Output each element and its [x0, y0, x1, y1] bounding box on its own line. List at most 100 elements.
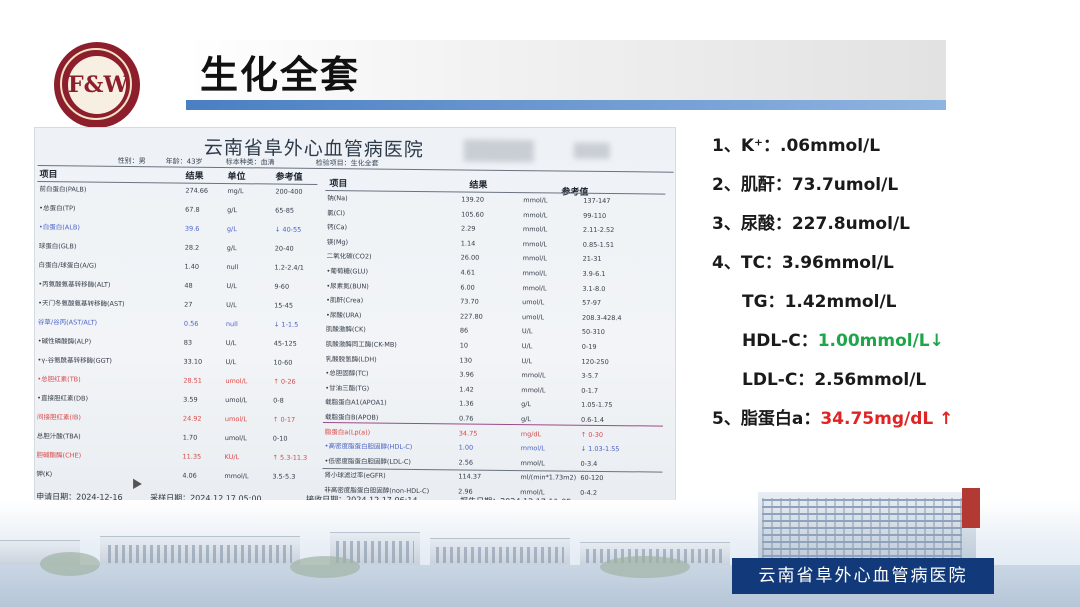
report-cell-name: 氯(Cl): [327, 208, 346, 217]
report-cell-name: 钾(K): [36, 470, 53, 479]
report-cell-name: •碱性磷酸酶(ALP): [37, 337, 92, 346]
report-cell-result: 6.00: [460, 283, 475, 292]
report-cell-name: 谷草/谷丙(AST/ALT): [37, 318, 98, 327]
report-cell-name: •丙氨酸氨基转移酶(ALT): [38, 280, 111, 289]
report-row: •肌酐(Crea) 73.70 umol/L 57-97: [326, 294, 666, 311]
report-row: •尿酸(URA) 227.80 umol/L 208.3-428.4: [326, 309, 666, 326]
report-cell-ref: 0.85-1.51: [582, 240, 615, 249]
report-cell-ref: ↓ 1-1.5: [273, 320, 299, 329]
title-underline: [186, 100, 946, 110]
report-cell-unit: mmol/L: [523, 196, 548, 205]
report-row: 脂蛋白a(Lp(a)) 34.75 mg/dL ↑ 0-30: [325, 426, 665, 443]
report-cell-result: 67.8: [185, 205, 200, 214]
report-cell-ref: 0-10: [272, 434, 288, 443]
report-row: •甘油三酯(TG) 1.42 mmol/L 0-1.7: [325, 382, 665, 399]
tree: [290, 556, 360, 578]
report-cell-unit: mmol/L: [522, 283, 547, 292]
report-cell-result: 0.56: [183, 319, 199, 328]
report-cell-ref: 3.1-8.0: [582, 284, 606, 293]
report-gender: 性别：男: [117, 156, 146, 166]
report-cell-unit: umol/L: [521, 312, 545, 322]
report-row: 镁(Mg) 1.14 mmol/L 0.85-1.51: [327, 236, 667, 253]
report-cell-unit: mmol/L: [520, 488, 545, 497]
lpa-high-value: 34.75mg/dL ↑: [820, 409, 954, 429]
report-cell-result: 1.40: [184, 262, 200, 271]
report-cell-name: •总蛋白(TP): [39, 204, 76, 213]
finding-tg: TG：1.42mmol/L: [742, 292, 897, 312]
logo-seal: F&W: [68, 56, 128, 114]
report-cell-name: 肌酸激酶同工酶(CK-MB): [325, 340, 397, 349]
report-cell-result: 27: [184, 300, 193, 309]
report-cell-name: 载脂蛋白A1(APOA1): [325, 398, 387, 408]
report-cell-name: •直接胆红素(DB): [37, 394, 89, 403]
report-row: •尿素氮(BUN) 6.00 mmol/L 3.1-8.0: [326, 280, 666, 297]
report-cell-result: 1.42: [459, 385, 474, 394]
report-cell-ref: 208.3-428.4: [581, 313, 622, 322]
banner-text: 云南省阜外心血管病医院: [758, 566, 968, 586]
lab-report: 云南省阜外心血管病医院 性别：男 年龄：43岁 标本种类：血清 检验项目：生化全…: [34, 127, 676, 507]
report-cell-unit: U/L: [226, 282, 237, 291]
report-cell-name: •γ-谷氨酰基转移酶(GGT): [37, 356, 113, 365]
report-cell-result: 3.59: [183, 395, 198, 404]
col-item-right: 项目: [329, 179, 348, 190]
report-cell-name: •尿素氮(BUN): [326, 281, 369, 291]
report-cell-unit: g/L: [521, 400, 532, 409]
report-cell-name: 总胆汁酸(TBA): [36, 432, 81, 441]
report-cell-result: 130: [459, 356, 473, 365]
report-cell-ref: ↑ 0-26: [273, 377, 296, 386]
slide: F&W 生化全套 云南省阜外心血管病医院 性别：男 年龄：43岁 标本种类：血清…: [0, 0, 1080, 607]
report-cell-result: 86: [459, 326, 469, 335]
report-row: 钠(Na) 139.20 mmol/L 137-147: [327, 192, 667, 209]
report-cell-name: •尿酸(URA): [326, 310, 362, 320]
report-cell-result: 3.96: [459, 370, 474, 379]
report-cell-name: 球蛋白(GLB): [38, 242, 77, 251]
report-cell-result: 0.76: [458, 414, 474, 423]
report-row: •葡萄糖(GLU) 4.61 mmol/L 3.9-6.1: [326, 265, 666, 282]
report-row: •直接胆红素(DB) 3.59 umol/L 0-8: [37, 392, 317, 408]
report-cell-name: 白蛋白/球蛋白(A/G): [38, 261, 97, 270]
col-result: 结果: [185, 171, 204, 182]
report-cell-name: 非高密度脂蛋白胆固醇(non-HDL-C): [324, 486, 430, 496]
report-cell-unit: U/L: [225, 339, 237, 348]
report-cell-name: 载脂蛋白B(APOB): [324, 413, 379, 422]
col-unit: 单位: [227, 172, 246, 183]
report-row: 肌酸激酶同工酶(CK-MB) 10 U/L 0-19: [326, 338, 666, 355]
report-row: 载脂蛋白B(APOB) 0.76 g/L 0.6-1.4: [325, 411, 665, 428]
report-cell-ref: ↓ 1.03-1.55: [580, 444, 620, 454]
finding-potassium: 1、K⁺：.06mmol/L: [712, 136, 881, 156]
report-row: 载脂蛋白A1(APOA1) 1.36 g/L 1.05-1.75: [325, 396, 665, 413]
report-row: •高密度脂蛋白胆固醇(HDL-C) 1.00 mmol/L ↓ 1.03-1.55: [325, 440, 665, 457]
report-cell-name: •白蛋白(ALB): [38, 223, 80, 232]
report-row: 钾(K) 4.06 mmol/L 3.5-5.3: [36, 468, 316, 484]
report-row: 总胆汁酸(TBA) 1.70 umol/L 0-10: [37, 430, 317, 446]
lab-report-photo: 云南省阜外心血管病医院 性别：男 年龄：43岁 标本种类：血清 检验项目：生化全…: [34, 127, 676, 507]
report-row: 前白蛋白(PALB) 274.66 mg/L 200-400: [39, 183, 319, 199]
report-cell-result: 2.29: [460, 224, 476, 233]
report-cell-unit: umol/L: [225, 396, 248, 405]
report-row: 乳酸脱氢酶(LDH) 130 U/L 120-250: [326, 353, 666, 370]
report-cell-ref: 1.2-2.4/1: [274, 263, 304, 272]
report-cell-ref: 0-3.4: [580, 459, 598, 468]
report-cell-ref: 0-19: [581, 342, 597, 351]
report-cell-unit: mmol/L: [520, 458, 545, 468]
report-cell-ref: 45-125: [273, 339, 297, 348]
report-cell-unit: mg/L: [227, 187, 244, 196]
report-cell-name: 二氧化碳(CO2): [326, 252, 372, 261]
report-cell-result: 10: [459, 341, 469, 350]
report-cell-result: 1.14: [460, 239, 476, 248]
report-cell-ref: 21-31: [582, 255, 602, 264]
col-result-right: 结果: [469, 180, 488, 191]
report-cell-unit: null: [225, 320, 238, 329]
report-cell-result: 24.92: [182, 414, 202, 423]
report-cell-unit: U/L: [225, 358, 237, 367]
report-cell-unit: mmol/L: [521, 385, 546, 395]
report-cell-ref: 60-120: [580, 474, 604, 483]
report-cell-unit: U/L: [521, 342, 533, 351]
col-ref: 参考值: [275, 172, 303, 183]
report-cell-unit: mmol/L: [224, 472, 249, 481]
finding-lpa: 5、脂蛋白a：34.75mg/dL ↑: [712, 409, 954, 429]
report-cell-result: 73.70: [460, 297, 479, 306]
report-cell-unit: g/L: [226, 244, 237, 253]
report-cell-name: •总胆固醇(TC): [325, 369, 369, 378]
report-cell-ref: 9-60: [274, 282, 290, 291]
